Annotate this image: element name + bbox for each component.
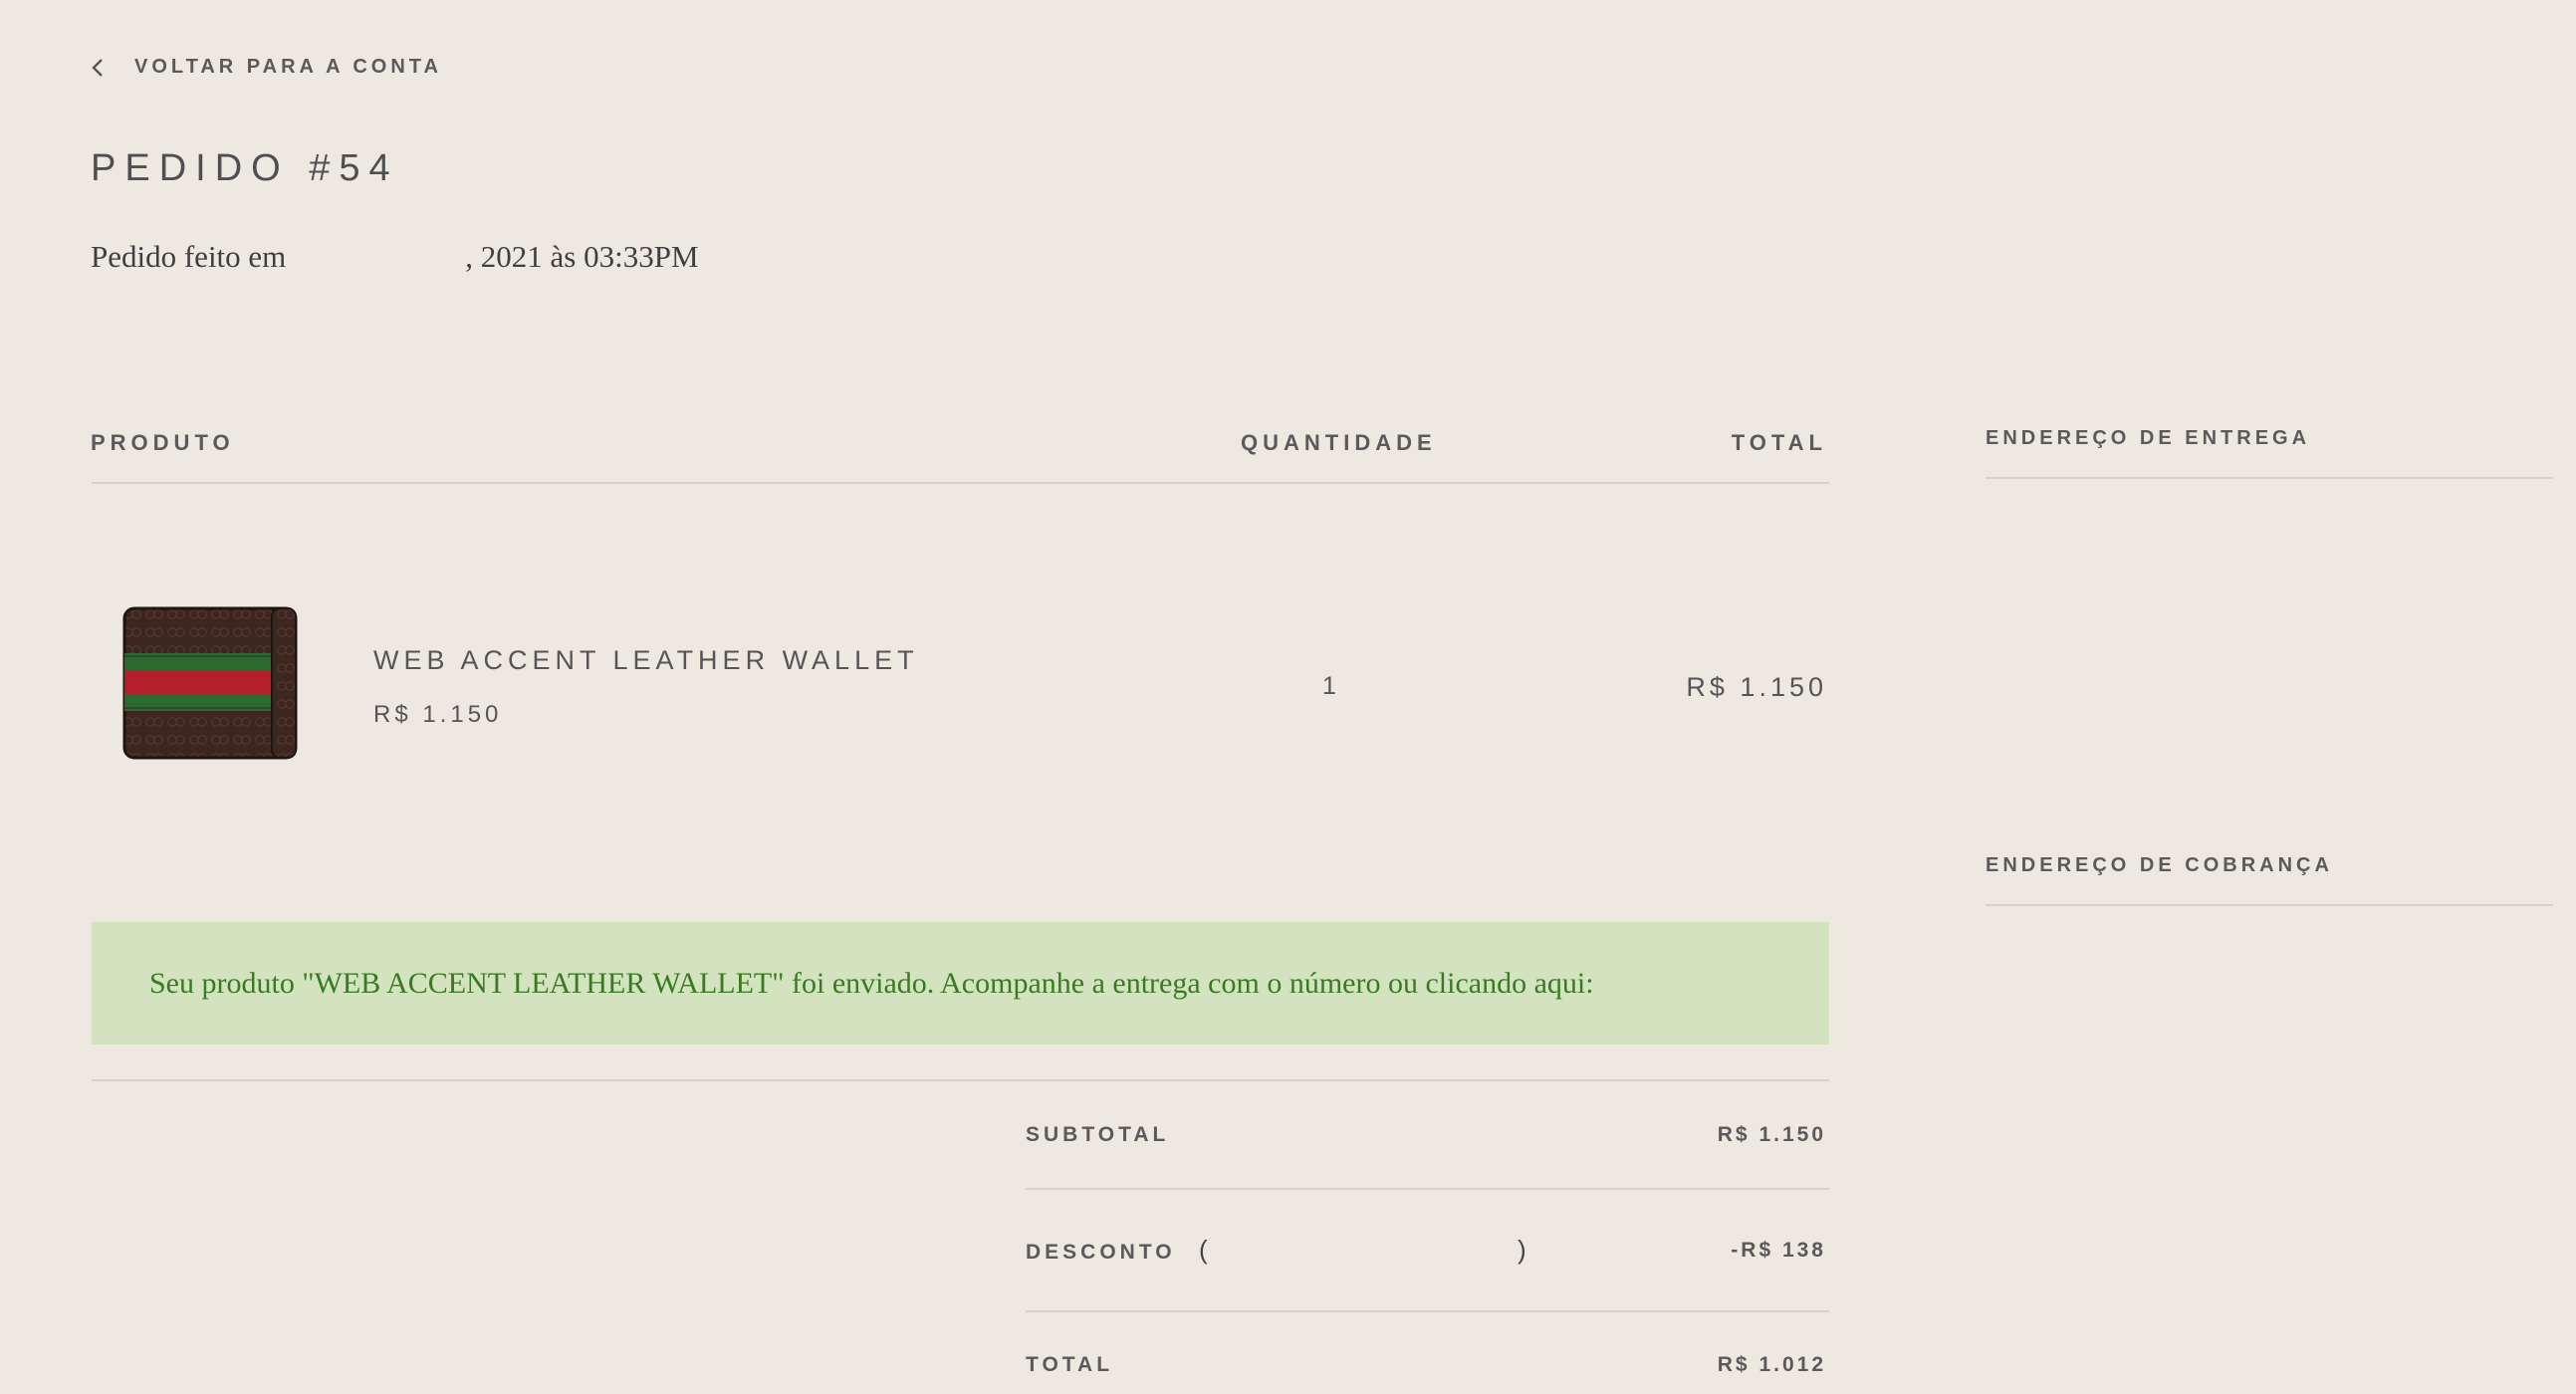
column-header-product: PRODUTO: [91, 430, 235, 455]
back-link-label: VOLTAR PARA A CONTA: [134, 56, 442, 78]
column-header-total: TOTAL: [1731, 430, 1827, 455]
wallet-thumbnail[interactable]: [121, 605, 299, 761]
order-date-prefix: Pedido feito em: [91, 239, 287, 274]
product-line-total: R$ 1.150: [1686, 672, 1827, 702]
shipping-address-divider: [1986, 477, 2553, 479]
discount-label: DESCONTO: [1026, 1241, 1176, 1264]
wallet-image: [122, 606, 298, 760]
subtotal-value: R$ 1.150: [1717, 1123, 1826, 1146]
column-header-quantity: QUANTIDADE: [1241, 430, 1437, 455]
discount-divider: [1026, 1310, 1829, 1312]
total-label: TOTAL: [1026, 1353, 1114, 1376]
chevron-left-icon: [92, 58, 103, 77]
order-date-suffix: , 2021 às 03:33PM: [465, 239, 699, 274]
summary-top-divider: [92, 1079, 1829, 1081]
shipping-notice[interactable]: Seu produto "WEB ACCENT LEATHER WALLET" …: [92, 922, 1829, 1045]
product-unit-price: R$ 1.150: [373, 701, 503, 728]
total-value: R$ 1.012: [1717, 1353, 1826, 1376]
shipping-address-heading: ENDEREÇO DE ENTREGA: [1986, 427, 2311, 449]
subtotal-label: SUBTOTAL: [1026, 1123, 1170, 1146]
subtotal-divider: [1026, 1188, 1829, 1190]
order-date: Pedido feito em , 2021 às 03:33PM: [91, 239, 699, 275]
discount-value: -R$ 138: [1731, 1239, 1826, 1262]
back-to-account-link[interactable]: VOLTAR PARA A CONTA: [91, 56, 442, 79]
billing-address-heading: ENDEREÇO DE COBRANÇA: [1986, 854, 2333, 876]
page-title: PEDIDO #54: [91, 147, 399, 189]
product-quantity: 1: [1322, 672, 1336, 700]
table-header-divider: [92, 482, 1829, 484]
product-name[interactable]: WEB ACCENT LEATHER WALLET: [373, 645, 919, 676]
discount-code-open: (: [1199, 1235, 1208, 1265]
billing-address-divider: [1986, 904, 2553, 906]
shipping-notice-text: Seu produto "WEB ACCENT LEATHER WALLET" …: [149, 966, 1594, 1000]
discount-code-close: ): [1518, 1235, 1526, 1265]
